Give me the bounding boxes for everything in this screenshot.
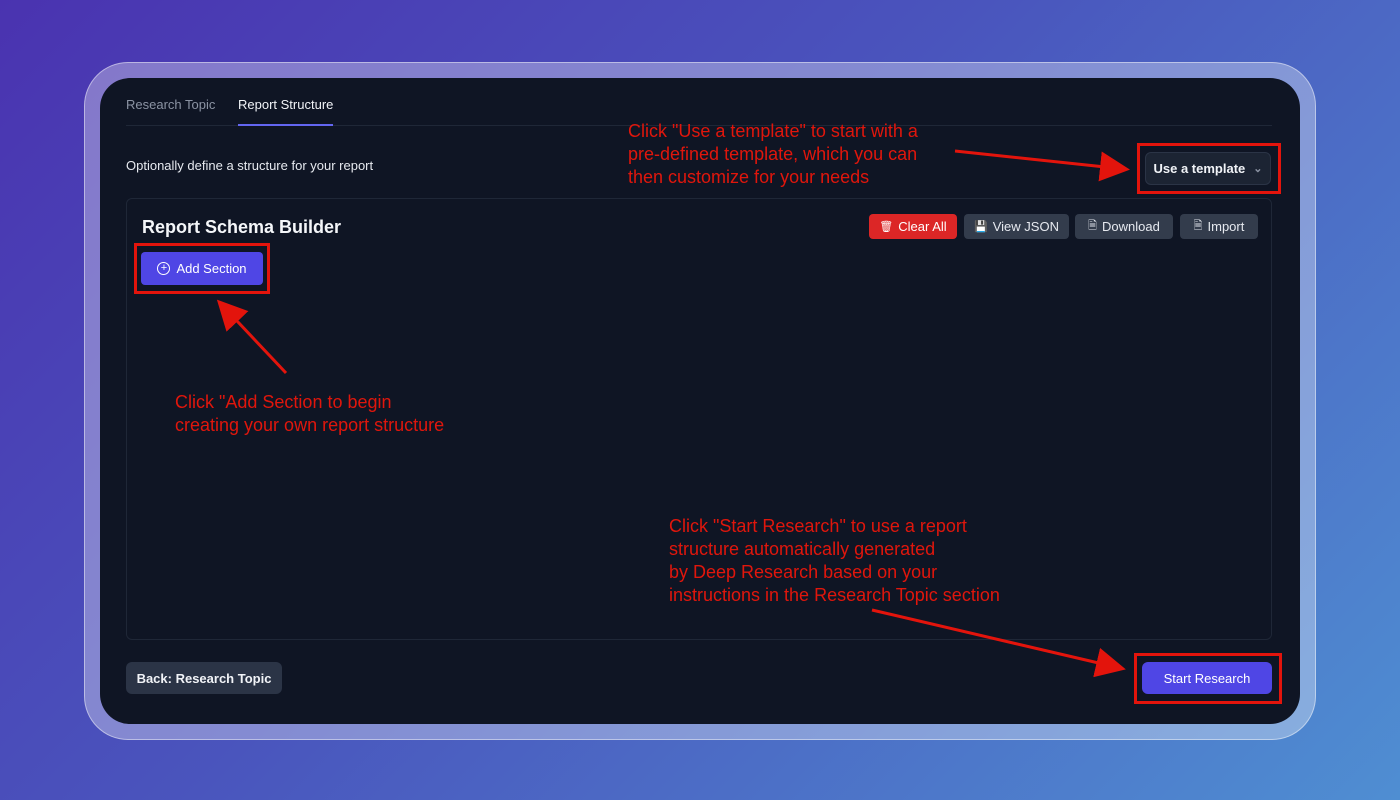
page-subtitle: Optionally define a structure for your r… — [126, 158, 374, 173]
save-icon: 💾 — [974, 221, 988, 233]
clear-all-label: Clear All — [898, 219, 947, 234]
chevron-down-icon: ⌄ — [1253, 163, 1263, 175]
add-section-button[interactable]: + Add Section — [141, 252, 263, 285]
use-template-dropdown[interactable]: Use a template ⌄ — [1145, 152, 1271, 185]
import-button[interactable]: 🗎 Import — [1180, 214, 1258, 239]
add-section-label: Add Section — [176, 261, 247, 276]
tab-bar: Research Topic Report Structure — [126, 78, 1272, 126]
view-json-button[interactable]: 💾 View JSON — [964, 214, 1069, 239]
tab-report-structure[interactable]: Report Structure — [238, 97, 334, 126]
use-template-label: Use a template — [1153, 161, 1246, 176]
file-download-icon: 🗎 — [1088, 220, 1098, 232]
download-button[interactable]: 🗎 Download — [1075, 214, 1173, 239]
trash-icon: 🗑 — [879, 221, 894, 233]
start-research-annotation: Click "Start Research" to use a report s… — [669, 516, 1000, 605]
view-json-label: View JSON — [992, 219, 1059, 234]
back-research-topic-button[interactable]: Back: Research Topic — [126, 662, 282, 694]
builder-title: Report Schema Builder — [142, 217, 342, 237]
file-import-icon: 🗎 — [1193, 220, 1203, 232]
template-annotation: Click "Use a template" to start with a p… — [628, 121, 918, 187]
add-section-annotation: Click "Add Section to begin creating you… — [175, 392, 445, 435]
tab-research-topic[interactable]: Research Topic — [126, 97, 215, 124]
clear-all-button[interactable]: 🗑 Clear All — [869, 214, 957, 239]
import-label: Import — [1207, 219, 1245, 234]
start-research-button[interactable]: Start Research — [1142, 662, 1272, 694]
download-label: Download — [1102, 219, 1160, 234]
plus-circle-icon: + — [157, 262, 171, 275]
